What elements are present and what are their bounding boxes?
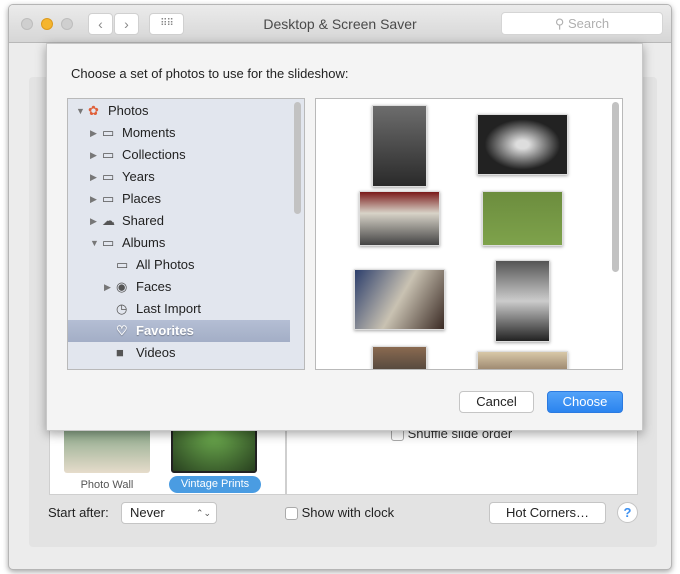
tree-item-last-import[interactable]: ◷ Last Import	[68, 298, 290, 320]
search-field[interactable]: ⚲ Search	[501, 12, 663, 35]
tree-item-photos[interactable]: ▼ ✿ Photos	[68, 100, 290, 122]
tree-item-label: All Photos	[136, 257, 195, 272]
source-tree: ▼ ✿ Photos ▶ ▭ Moments ▶ ▭ Collections ▶ ▭ Years ▶ ▭ P…	[67, 98, 305, 370]
search-placeholder: Search	[567, 16, 610, 31]
disclosure-closed-icon[interactable]: ▶	[90, 188, 97, 210]
tree-item-faces[interactable]: ▶ ◉ Faces	[68, 276, 290, 298]
disclosure-closed-icon[interactable]: ▶	[90, 122, 97, 144]
choose-button[interactable]: Choose	[547, 391, 623, 413]
disclosure-open-icon[interactable]: ▼	[90, 232, 99, 254]
photo-thumbnail	[477, 114, 568, 175]
window: ‹ › ⠿⠿ Desktop & Screen Saver ⚲ Search P…	[8, 4, 672, 570]
photo-thumbnail	[477, 351, 568, 369]
photos-app-icon: ✿	[88, 103, 99, 118]
folder-icon: ▭	[102, 169, 115, 184]
disclosure-closed-icon[interactable]: ▶	[90, 144, 97, 166]
tree-item-collections[interactable]: ▶ ▭ Collections	[68, 144, 290, 166]
heart-icon: ♡	[116, 323, 128, 338]
tree-item-albums[interactable]: ▼ ▭ Albums	[68, 232, 290, 254]
video-icon: ■	[116, 345, 124, 360]
tree-item-label: Collections	[122, 147, 186, 162]
photo-thumbnail	[372, 105, 427, 187]
tree-item-videos[interactable]: ■ Videos	[68, 342, 290, 364]
folder-icon: ▭	[102, 235, 115, 250]
photo-chooser-sheet: Choose a set of photos to use for the sl…	[46, 43, 643, 431]
cloud-icon: ☁	[102, 213, 115, 228]
tree-item-label: Shared	[122, 213, 164, 228]
tree-item-favorites[interactable]: ♡ Favorites	[68, 320, 290, 342]
tree-item-label: Videos	[136, 345, 176, 360]
tree-item-label: Years	[122, 169, 155, 184]
show-clock-label: Show with clock	[301, 505, 395, 520]
face-icon: ◉	[116, 279, 128, 294]
show-clock-checkbox[interactable]: Show with clock	[285, 505, 395, 521]
disclosure-closed-icon[interactable]: ▶	[90, 210, 97, 232]
disclosure-open-icon[interactable]: ▼	[76, 100, 85, 122]
tree-item-label: Favorites	[136, 323, 194, 338]
help-button[interactable]: ?	[617, 502, 638, 523]
photo-grid	[315, 98, 623, 370]
thumb-label: Photo Wall	[80, 479, 134, 491]
folder-icon: ▭	[102, 147, 115, 162]
start-after-label: Start after:	[48, 505, 109, 520]
tree-item-shared[interactable]: ▶ ☁ Shared	[68, 210, 290, 232]
tree-item-years[interactable]: ▶ ▭ Years	[68, 166, 290, 188]
tree-scrollbar[interactable]	[294, 102, 301, 214]
photo-thumbnail	[354, 269, 445, 330]
album-icon: ▭	[116, 257, 129, 272]
tree-item-label: Last Import	[136, 301, 202, 316]
grid-scrollbar[interactable]	[612, 102, 619, 272]
clock-icon: ◷	[116, 301, 128, 316]
disclosure-closed-icon[interactable]: ▶	[90, 166, 97, 188]
photo-thumbnail	[495, 260, 550, 342]
checkbox-icon	[285, 507, 298, 521]
tree-item-places[interactable]: ▶ ▭ Places	[68, 188, 290, 210]
sheet-prompt: Choose a set of photos to use for the sl…	[71, 66, 349, 81]
title-bar: ‹ › ⠿⠿ Desktop & Screen Saver ⚲ Search	[9, 5, 671, 43]
tree-item-all-photos[interactable]: ▭ All Photos	[68, 254, 290, 276]
tree-item-moments[interactable]: ▶ ▭ Moments	[68, 122, 290, 144]
photo-thumbnail	[372, 346, 427, 369]
cancel-button[interactable]: Cancel	[459, 391, 534, 413]
start-after-select[interactable]: Never ⌃⌄	[121, 502, 217, 524]
folder-icon: ▭	[102, 125, 115, 140]
tree-item-label: Photos	[108, 103, 149, 118]
photo-thumbnail	[482, 191, 563, 246]
tree-item-label: Albums	[122, 235, 166, 250]
tree-item-label: Faces	[136, 279, 172, 294]
photo-thumbnail	[359, 191, 440, 246]
tree-item-label: Moments	[122, 125, 176, 140]
folder-icon: ▭	[102, 191, 115, 206]
search-icon: ⚲	[554, 16, 568, 31]
start-after-value: Never	[130, 505, 165, 520]
hot-corners-button[interactable]: Hot Corners…	[489, 502, 606, 524]
tree-item-label: Places	[122, 191, 162, 206]
thumb-label-selected: Vintage Prints	[169, 476, 261, 493]
disclosure-closed-icon[interactable]: ▶	[104, 276, 111, 298]
stepper-icon: ⌃⌄	[195, 508, 211, 518]
